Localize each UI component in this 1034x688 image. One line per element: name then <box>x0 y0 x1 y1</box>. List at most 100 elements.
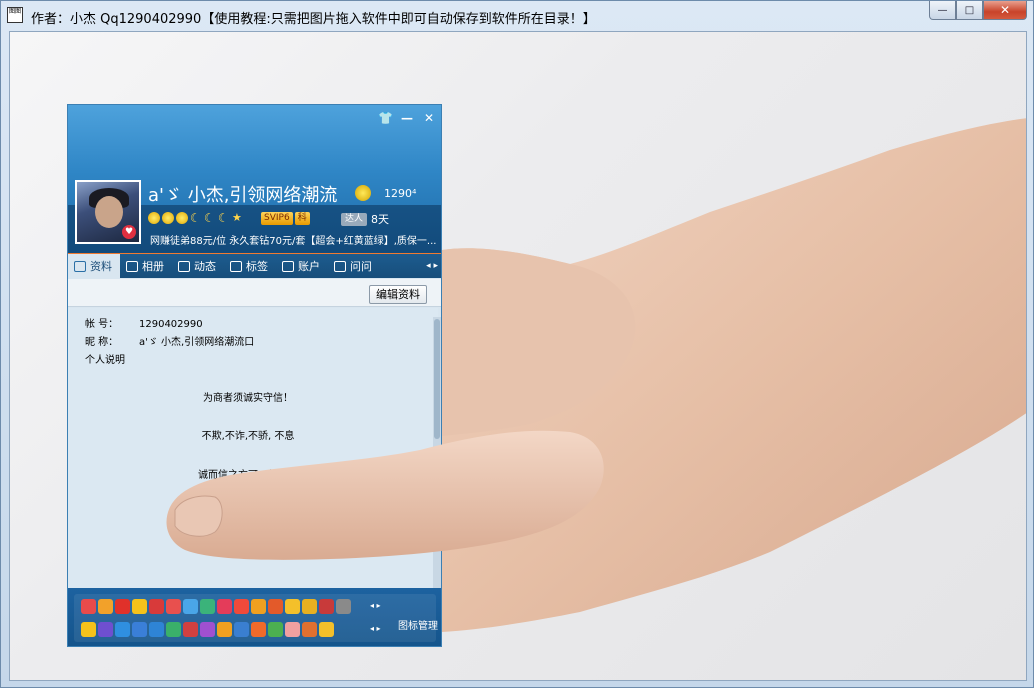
profile-details: 帐 号： 1290402990 昵 称： a'ゞ 小杰,引领网络潮流口 个人说明 为… <box>68 308 438 588</box>
service-icon[interactable] <box>217 599 232 614</box>
service-icon[interactable] <box>285 622 300 637</box>
signature: 网赚徒弟88元/位 永久套钻70元/套【超会+红黄蓝绿】,质保一... <box>150 236 437 247</box>
service-icon[interactable] <box>183 622 198 637</box>
service-icon[interactable] <box>319 622 334 637</box>
maximize-button[interactable]: □ <box>956 1 983 20</box>
svip-badge[interactable]: SVIP6 科 <box>261 211 310 225</box>
service-icon[interactable] <box>98 622 113 637</box>
nickname-value: a'ゞ 小杰,引领网络潮流口 <box>139 337 255 348</box>
service-icon[interactable] <box>183 599 198 614</box>
account-row: 帐 号： 1290402990 <box>85 315 203 330</box>
tab-profile[interactable]: 资料 <box>68 253 120 279</box>
app-window: 图图 作者：小杰 Qq1290402990【使用教程:只需把图片拖入软件中即可自… <box>0 0 1034 688</box>
daren-days: 8天 <box>371 213 390 226</box>
daren-label: 达人 <box>341 212 368 226</box>
svip-extra: 科 <box>294 211 310 225</box>
service-icon[interactable] <box>200 622 215 637</box>
bio-label: 个人说明 <box>85 355 125 366</box>
nickname-row: 昵 称： a'ゞ 小杰,引领网络潮流口 <box>85 333 254 348</box>
caption-buttons: — □ ✕ <box>929 1 1027 21</box>
level-icons[interactable]: ☾ ☾ ☾ ★ <box>148 212 244 224</box>
tab-questions[interactable]: 问问 <box>328 254 380 279</box>
service-icon[interactable] <box>268 599 283 614</box>
svip-label: SVIP6 <box>261 211 293 225</box>
tab-tags[interactable]: 标签 <box>224 254 276 279</box>
service-icon[interactable] <box>234 622 249 637</box>
profile-card-icon <box>74 260 86 272</box>
icon-bar: ◂ ▸ ◂ ▸ 图标管理 <box>68 588 441 646</box>
avatar[interactable]: ♥ <box>75 180 141 244</box>
moon-icon: ☾ <box>190 211 201 225</box>
nickname: a'ゞ 小杰,引领网络潮流 <box>148 185 338 206</box>
bio-line: 诚而信之方可一得天下 <box>198 470 298 481</box>
qq-minimize-button[interactable]: — <box>401 111 413 125</box>
star-icon: ★ <box>232 211 242 224</box>
account-label: 帐 号： <box>85 319 119 330</box>
sun-icon <box>162 212 174 224</box>
service-icon[interactable] <box>98 599 113 614</box>
moon-icon: ☾ <box>218 211 229 225</box>
service-icon[interactable] <box>217 622 232 637</box>
edit-profile-button[interactable]: 编辑资料 <box>369 285 427 304</box>
folder-icon <box>282 260 294 272</box>
service-icon[interactable] <box>251 599 266 614</box>
tab-scroll-arrows[interactable]: ◂ ▸ <box>426 261 441 271</box>
profile-tabs: 资料 相册 动态 标签 账户 问问 ◂ ▸ <box>68 253 441 279</box>
qq-number: 1290⁴ <box>384 187 417 200</box>
service-icon[interactable] <box>302 599 317 614</box>
service-icon[interactable] <box>166 599 181 614</box>
service-icon[interactable] <box>115 599 130 614</box>
tab-feed[interactable]: 动态 <box>172 254 224 279</box>
service-icon[interactable] <box>251 622 266 637</box>
service-icon[interactable] <box>200 599 215 614</box>
service-icon[interactable] <box>336 599 351 614</box>
image-canvas[interactable]: 👕 — ✕ ♥ a'ゞ 小杰,引领网络潮流 1290⁴ ☾ ☾ ☾ ★ SVIP… <box>9 31 1027 681</box>
qq-profile-card: 👕 — ✕ ♥ a'ゞ 小杰,引领网络潮流 1290⁴ ☾ ☾ ☾ ★ SVIP… <box>67 104 442 647</box>
daren-badge[interactable]: 达人 8天 <box>341 211 389 227</box>
tab-album[interactable]: 相册 <box>120 254 172 279</box>
service-icon[interactable] <box>132 599 147 614</box>
service-icon[interactable] <box>149 599 164 614</box>
sun-icon <box>176 212 188 224</box>
profile-toolbar: 编辑资料 <box>68 279 441 307</box>
bookmark-icon <box>230 260 242 272</box>
skin-icon[interactable]: 👕 <box>378 111 393 125</box>
icon-manager-button[interactable]: 图标管理 <box>398 617 438 632</box>
close-button[interactable]: ✕ <box>983 1 1027 20</box>
app-icon: 图图 <box>7 7 23 23</box>
service-icon[interactable] <box>81 599 96 614</box>
service-icon[interactable] <box>81 622 96 637</box>
nickname-label: 昵 称： <box>85 337 119 348</box>
bio-line: 不欺,不诈,不骄, 不息 <box>201 431 295 442</box>
tab-account[interactable]: 账户 <box>276 254 328 279</box>
title-bar[interactable]: 图图 作者：小杰 Qq1290402990【使用教程:只需把图片拖入软件中即可自… <box>1 1 1033 31</box>
service-icon[interactable] <box>166 622 181 637</box>
window-title: 作者：小杰 Qq1290402990【使用教程:只需把图片拖入软件中即可自动保存… <box>31 12 596 27</box>
service-icon[interactable] <box>149 622 164 637</box>
service-icon[interactable] <box>285 599 300 614</box>
minimize-button[interactable]: — <box>929 1 956 20</box>
sun-icon <box>148 212 160 224</box>
icon-row-arrows[interactable]: ◂ ▸ <box>370 624 381 633</box>
question-icon <box>334 260 346 272</box>
scroll-thumb[interactable] <box>434 319 440 439</box>
list-icon <box>178 260 190 272</box>
moon-icon: ☾ <box>204 211 215 225</box>
profile-header: 👕 — ✕ ♥ a'ゞ 小杰,引领网络潮流 1290⁴ ☾ ☾ ☾ ★ SVIP… <box>68 105 441 253</box>
service-icon[interactable] <box>234 599 249 614</box>
service-icon[interactable] <box>302 622 317 637</box>
service-icon[interactable] <box>319 599 334 614</box>
service-icon[interactable] <box>268 622 283 637</box>
service-icons-row-2 <box>81 622 334 637</box>
heart-icon: ♥ <box>122 225 136 239</box>
service-icons-row-1 <box>81 599 351 614</box>
lemon-icon <box>355 185 371 201</box>
bio-line: 诚信至上 <box>210 547 250 558</box>
icon-row-arrows[interactable]: ◂ ▸ <box>370 601 381 610</box>
account-value: 1290402990 <box>139 319 203 330</box>
album-icon <box>126 260 138 272</box>
service-icon[interactable] <box>132 622 147 637</box>
bio-line: 为商者须诚实守信！ <box>203 393 293 404</box>
service-icon[interactable] <box>115 622 130 637</box>
qq-close-button[interactable]: ✕ <box>424 111 434 125</box>
